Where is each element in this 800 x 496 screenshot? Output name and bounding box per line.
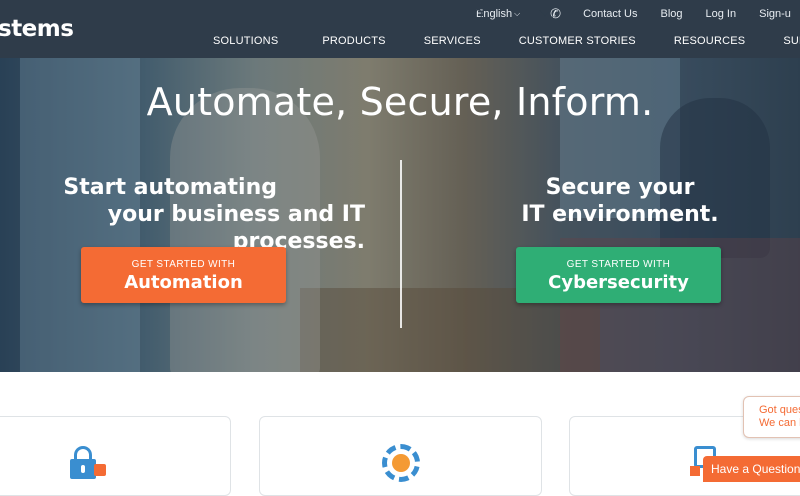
puzzle-piece-icon <box>690 466 700 476</box>
automation-pitch: Start automating your business and IT pr… <box>0 174 365 255</box>
lock-icon <box>70 446 96 479</box>
have-a-question-button[interactable]: Have a Question? <box>703 456 800 482</box>
get-started-cybersecurity-button[interactable]: GET STARTED WITH Cybersecurity <box>516 247 721 303</box>
utility-bar: English ⌵ ✆ Contact Us Blog Log In Sign-… <box>472 6 800 22</box>
puzzle-piece-icon <box>94 464 106 476</box>
cybersecurity-pitch-line2: IT environment. <box>521 202 719 227</box>
login-link[interactable]: Log In <box>706 8 737 20</box>
hero-divider <box>400 160 402 328</box>
contact-us-link[interactable]: Contact Us <box>583 8 637 20</box>
wrench-icon <box>392 454 410 472</box>
button-title: Automation <box>124 272 243 293</box>
get-started-automation-button[interactable]: GET STARTED WITH Automation <box>81 247 286 303</box>
button-title: Cybersecurity <box>548 272 689 293</box>
hero-headline: Automate, Secure, Inform. <box>146 80 654 124</box>
chat-prompt-line1: Got ques <box>759 404 800 416</box>
feature-card-security[interactable] <box>0 416 231 496</box>
logo[interactable]: stems <box>0 16 74 42</box>
nav-support[interactable]: SUPPORT <box>783 35 800 47</box>
cybersecurity-pitch-line1: Secure your <box>545 175 695 200</box>
automation-pitch-line1: Start automating <box>63 175 277 200</box>
main-nav: SOLUTIONS PRODUCTS SERVICES CUSTOMER STO… <box>213 35 800 47</box>
nav-resources[interactable]: RESOURCES <box>674 35 745 47</box>
cybersecurity-pitch: Secure your IT environment. <box>480 174 760 228</box>
chat-prompt-bubble[interactable]: Got ques We can h <box>743 396 800 438</box>
chevron-down-icon[interactable]: ⌵ <box>514 9 520 19</box>
hero-banner: Automate, Secure, Inform. Start automati… <box>0 58 800 372</box>
button-caption: GET STARTED WITH <box>566 259 671 270</box>
nav-services[interactable]: SERVICES <box>424 35 481 47</box>
nav-products[interactable]: PRODUCTS <box>322 35 385 47</box>
nav-solutions[interactable]: SOLUTIONS <box>213 35 278 47</box>
signup-link[interactable]: Sign-u <box>759 8 791 20</box>
site-header: stems English ⌵ ✆ Contact Us Blog Log In… <box>0 0 800 58</box>
button-caption: GET STARTED WITH <box>131 259 236 270</box>
chat-prompt-line2: We can h <box>759 417 800 429</box>
phone-icon[interactable]: ✆ <box>550 6 561 22</box>
blog-link[interactable]: Blog <box>660 8 682 20</box>
nav-customer-stories[interactable]: CUSTOMER STORIES <box>519 35 636 47</box>
